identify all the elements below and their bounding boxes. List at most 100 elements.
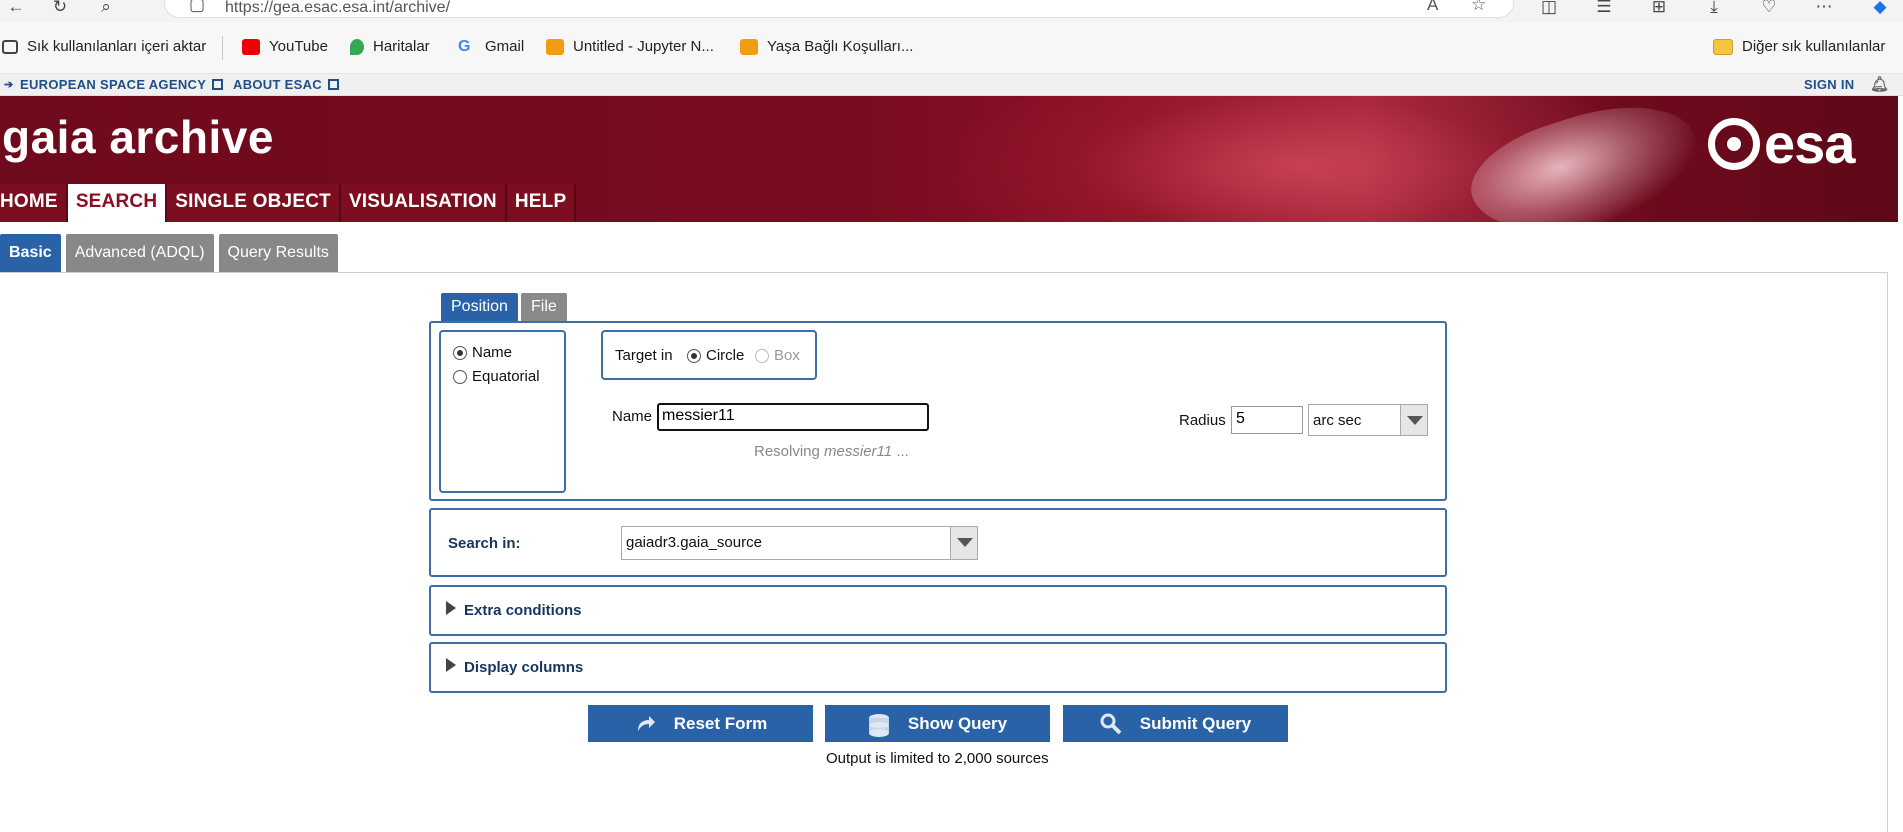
bookmark-label: YouTube bbox=[269, 38, 328, 55]
gaia-banner: gaia archive esa HOME SEARCH SINGLE OBJE… bbox=[0, 96, 1898, 222]
nav-visualisation[interactable]: VISUALISATION bbox=[340, 184, 507, 222]
display-columns-panel[interactable]: Display columns bbox=[429, 642, 1447, 693]
external-link-icon bbox=[327, 79, 339, 90]
resolving-prefix: Resolving bbox=[754, 443, 820, 460]
reset-form-button[interactable]: Reset Form bbox=[588, 705, 813, 742]
esa-logo[interactable]: esa bbox=[1708, 112, 1855, 175]
expand-triangle-icon[interactable] bbox=[446, 658, 456, 672]
database-icon bbox=[868, 713, 890, 737]
esa-top-strip: ➔ EUROPEAN SPACE AGENCY ABOUT ESAC SIGN … bbox=[0, 74, 1903, 96]
radio-button[interactable] bbox=[453, 369, 467, 384]
bookmark-maps[interactable]: Haritalar bbox=[350, 38, 430, 55]
page-title: gaia archive bbox=[2, 111, 274, 163]
read-aloud-icon[interactable]: A bbox=[1427, 0, 1438, 15]
chevron-down-icon[interactable] bbox=[950, 527, 977, 559]
bookmark-youtube[interactable]: YouTube bbox=[242, 38, 328, 55]
bookmark-label: Yaşa Bağlı Koşulları... bbox=[767, 38, 914, 55]
collections-icon[interactable]: ⊞ bbox=[1645, 0, 1673, 18]
output-limit-note: Output is limited to 2,000 sources bbox=[826, 750, 1049, 767]
more-menu-icon[interactable]: ⋯ bbox=[1810, 0, 1838, 18]
address-url[interactable]: https://gea.esac.esa.int/archive/ bbox=[225, 0, 450, 17]
tab-advanced-adql[interactable]: Advanced (ADQL) bbox=[65, 234, 214, 272]
bookmark-label: Diğer sık kullanılanlar bbox=[1742, 38, 1886, 55]
tab-position[interactable]: Position bbox=[441, 293, 518, 321]
radio-label: Name bbox=[472, 344, 513, 361]
radio-button[interactable] bbox=[453, 345, 467, 360]
search-icon[interactable]: ⌕ bbox=[92, 0, 120, 18]
bookmark-label: Gmail bbox=[485, 38, 525, 55]
radio-label: Box bbox=[774, 347, 800, 364]
address-bar[interactable]: ▢ https://gea.esac.esa.int/archive/ A ☆ bbox=[164, 0, 1514, 18]
radius-input[interactable]: 5 bbox=[1231, 406, 1303, 434]
refresh-icon[interactable]: ↻ bbox=[46, 0, 74, 18]
extra-conditions-title[interactable]: Extra conditions bbox=[464, 602, 582, 619]
esa-link[interactable]: EUROPEAN SPACE AGENCY bbox=[20, 77, 224, 92]
notebook-icon bbox=[546, 38, 564, 55]
radio-button[interactable] bbox=[755, 348, 769, 363]
position-panel: Name Equatorial Target in Circle Box Nam… bbox=[429, 321, 1447, 501]
tab-query-results[interactable]: Query Results bbox=[218, 234, 338, 272]
esa-link-label: EUROPEAN SPACE AGENCY bbox=[20, 77, 207, 92]
show-query-label: Show Query bbox=[907, 713, 1008, 733]
about-esac-link[interactable]: ABOUT ESAC bbox=[233, 77, 339, 92]
copilot-icon[interactable]: ◆ bbox=[1866, 0, 1894, 18]
bookmark-gmail[interactable]: G Gmail bbox=[458, 38, 524, 55]
folder-icon bbox=[1713, 38, 1733, 55]
bookmark-jupyter[interactable]: Untitled - Jupyter N... bbox=[546, 38, 714, 55]
radio-label: Circle bbox=[706, 347, 745, 364]
main-navigation: HOME SEARCH SINGLE OBJECT VISUALISATION … bbox=[0, 184, 577, 222]
reset-arrow-icon bbox=[634, 713, 656, 735]
radio-name-option[interactable]: Name bbox=[453, 344, 512, 361]
show-query-button[interactable]: Show Query bbox=[825, 705, 1050, 742]
expand-triangle-icon[interactable] bbox=[446, 601, 456, 615]
target-name-input[interactable]: messier11 bbox=[657, 403, 929, 431]
bookmark-conditions[interactable]: Yaşa Bağlı Koşulları... bbox=[740, 38, 913, 55]
radius-unit-value: arc sec bbox=[1313, 412, 1362, 429]
browser-toolbar: ← ↻ ⌕ ▢ https://gea.esac.esa.int/archive… bbox=[0, 0, 1903, 22]
tab-basic[interactable]: Basic bbox=[0, 234, 61, 272]
favorite-star-icon[interactable]: ☆ bbox=[1471, 0, 1486, 15]
favorites-icon[interactable]: ☰ bbox=[1590, 0, 1618, 18]
about-esac-label: ABOUT ESAC bbox=[233, 77, 322, 92]
radio-box-option[interactable]: Box bbox=[755, 347, 800, 364]
nav-single-object[interactable]: SINGLE OBJECT bbox=[167, 184, 341, 222]
nav-search[interactable]: SEARCH bbox=[67, 184, 168, 222]
chevron-down-icon[interactable] bbox=[1400, 405, 1427, 435]
arrow-icon: ➔ bbox=[4, 79, 14, 91]
radio-button[interactable] bbox=[687, 348, 701, 363]
search-in-label: Search in: bbox=[448, 535, 521, 552]
browser-essentials-icon[interactable]: ♡ bbox=[1755, 0, 1783, 18]
search-in-panel: Search in: gaiadr3.gaia_source bbox=[429, 508, 1447, 577]
reset-form-label: Reset Form bbox=[673, 713, 768, 733]
split-screen-icon[interactable]: ◫ bbox=[1535, 0, 1563, 18]
radio-circle-option[interactable]: Circle bbox=[687, 347, 744, 364]
sign-in-link[interactable]: SIGN IN bbox=[1804, 77, 1855, 92]
search-mode-tabs: Basic Advanced (ADQL) Query Results bbox=[0, 234, 343, 272]
target-in-label: Target in bbox=[615, 347, 673, 364]
back-icon[interactable]: ← bbox=[2, 0, 30, 18]
google-icon: G bbox=[458, 37, 471, 55]
nav-home[interactable]: HOME bbox=[0, 184, 68, 222]
radio-equatorial-option[interactable]: Equatorial bbox=[453, 368, 540, 385]
tab-file[interactable]: File bbox=[521, 293, 567, 321]
submit-query-button[interactable]: Submit Query bbox=[1063, 705, 1288, 742]
table-select[interactable]: gaiadr3.gaia_source bbox=[621, 526, 978, 560]
resolving-target: messier11 bbox=[824, 443, 893, 460]
extra-conditions-panel[interactable]: Extra conditions bbox=[429, 585, 1447, 636]
site-info-icon[interactable]: ▢ bbox=[189, 0, 205, 15]
target-shape-box: Target in Circle Box bbox=[601, 330, 817, 380]
bookmark-import[interactable]: Sık kullanılanları içeri aktar bbox=[2, 38, 206, 55]
table-select-value: gaiadr3.gaia_source bbox=[626, 534, 762, 551]
downloads-icon[interactable]: ⤓ bbox=[1700, 0, 1728, 18]
bookmarks-bar: Sık kullanılanları içeri aktar YouTube H… bbox=[0, 22, 1903, 74]
radius-unit-select[interactable]: arc sec bbox=[1308, 404, 1428, 436]
nav-help[interactable]: HELP bbox=[506, 184, 577, 222]
display-columns-title[interactable]: Display columns bbox=[464, 659, 583, 676]
notification-bell-icon[interactable]: 🔔︎ bbox=[1870, 75, 1889, 93]
magnifier-icon bbox=[1100, 713, 1122, 735]
bookmark-other-favorites[interactable]: Diğer sık kullanılanlar bbox=[1713, 38, 1885, 55]
notebook-icon bbox=[740, 38, 758, 55]
import-icon bbox=[2, 39, 18, 54]
esa-logo-text: esa bbox=[1764, 112, 1855, 175]
bookmark-label: Haritalar bbox=[373, 38, 430, 55]
